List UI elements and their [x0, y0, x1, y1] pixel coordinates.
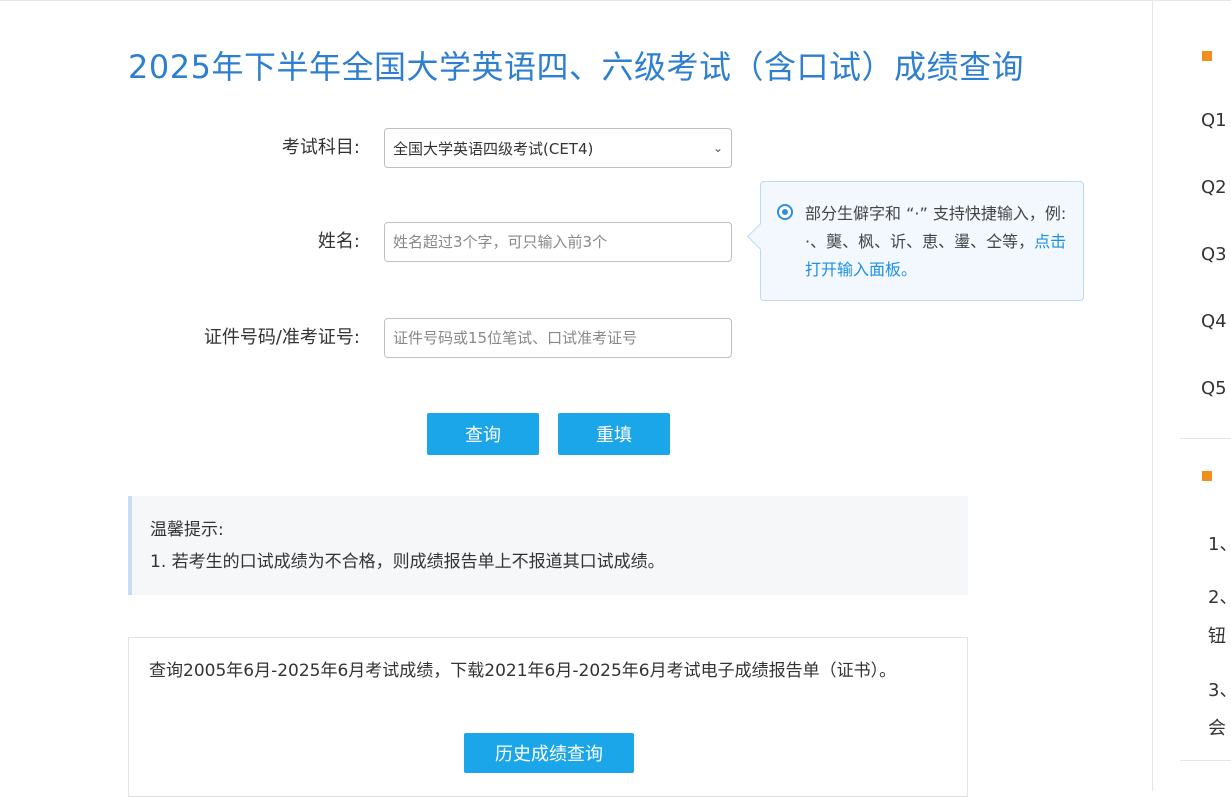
right-panel-separator [1180, 438, 1231, 439]
id-number-input[interactable] [384, 318, 732, 358]
notice-box: 温馨提示: 1. 若考生的口试成绩为不合格，则成绩报告单上不报道其口试成绩。 [128, 496, 968, 595]
id-label: 证件号码/准考证号: [203, 327, 360, 348]
reset-button[interactable]: 重填 [558, 413, 670, 455]
tip-text: 部分生僻字和 “·” 支持快捷输入，例: ·、龑、枫、䜣、恵、璗、仝等， [805, 204, 1067, 251]
notes-square-icon [1202, 471, 1212, 481]
subject-select[interactable]: 全国大学英语四级考试(CET4) ⌄ [384, 128, 732, 168]
right-panel-divider [1152, 0, 1153, 791]
note-item-2: 2、 [1208, 587, 1231, 608]
subject-selected-value: 全国大学英语四级考试(CET4) [393, 139, 594, 158]
history-box: 查询2005年6月-2025年6月考试成绩，下载2021年6月-2025年6月考… [128, 637, 968, 797]
faq-item-q1[interactable]: Q1 [1201, 110, 1227, 131]
page-title: 2025年下半年全国大学英语四、六级考试（含口试）成绩查询 [128, 48, 1024, 86]
faq-square-icon [1202, 51, 1212, 61]
note-item-3-cont: 会 [1208, 718, 1226, 739]
subject-label: 考试科目: [281, 137, 360, 158]
tip-arrow [747, 223, 774, 250]
faq-item-q5[interactable]: Q5 [1201, 378, 1227, 399]
note-item-1: 1、 [1208, 534, 1231, 555]
faq-item-q4[interactable]: Q4 [1201, 311, 1227, 332]
query-button[interactable]: 查询 [427, 413, 539, 455]
history-text: 查询2005年6月-2025年6月考试成绩，下载2021年6月-2025年6月考… [149, 661, 897, 681]
faq-item-q2[interactable]: Q2 [1201, 177, 1227, 198]
name-input[interactable] [384, 222, 732, 262]
notice-line-1: 1. 若考生的口试成绩为不合格，则成绩报告单上不报道其口试成绩。 [150, 552, 665, 572]
name-label: 姓名: [317, 231, 360, 252]
chevron-down-icon: ⌄ [712, 141, 723, 155]
notice-title: 温馨提示: [150, 520, 224, 540]
note-item-3: 3、 [1208, 680, 1231, 701]
input-tip-bubble: 部分生僻字和 “·” 支持快捷输入，例: ·、龑、枫、䜣、恵、璗、仝等，点击打开… [747, 181, 1084, 301]
right-panel-bottom-separator [1180, 760, 1231, 761]
history-score-query-button[interactable]: 历史成绩查询 [464, 733, 634, 773]
note-item-2-cont: 钮 [1208, 626, 1226, 647]
info-radio-icon [777, 204, 793, 220]
faq-item-q3[interactable]: Q3 [1201, 244, 1227, 265]
top-border [0, 0, 1231, 1]
